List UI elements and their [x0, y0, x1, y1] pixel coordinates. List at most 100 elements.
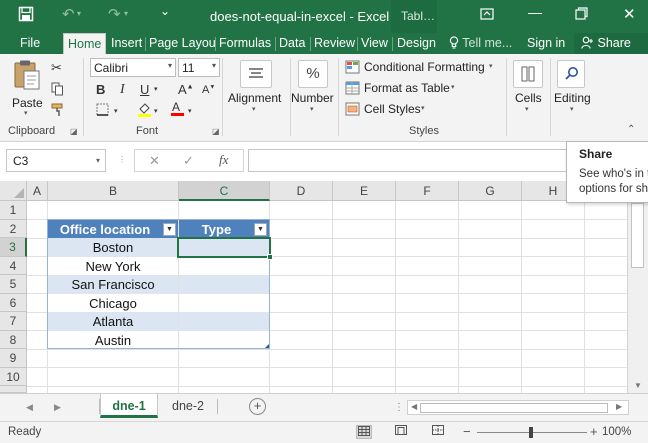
- alignment-button[interactable]: [240, 60, 272, 88]
- vertical-scroll-thumb[interactable]: [631, 203, 644, 268]
- table-cell-office[interactable]: Atlanta: [48, 312, 178, 331]
- table-cell-office[interactable]: Austin: [48, 331, 178, 350]
- redo-icon[interactable]: ↷: [108, 5, 121, 23]
- minimize-icon[interactable]: —: [528, 4, 542, 20]
- previous-sheet-icon[interactable]: ◀: [26, 402, 33, 413]
- font-color-icon[interactable]: A: [170, 100, 185, 120]
- zoom-level[interactable]: 100%: [602, 426, 631, 438]
- table-cell-type[interactable]: [179, 275, 269, 294]
- italic-button[interactable]: I: [120, 82, 125, 98]
- row-header-2[interactable]: 2: [0, 219, 27, 238]
- confirm-entry-icon[interactable]: ✓: [183, 153, 194, 169]
- conditional-formatting-button[interactable]: Conditional Formatting ▾: [345, 59, 497, 77]
- fill-color-icon[interactable]: [137, 101, 152, 120]
- row-header-6[interactable]: 6: [0, 293, 27, 312]
- customize-quick-access-icon[interactable]: ⌄: [160, 4, 170, 18]
- font-launcher-icon[interactable]: ◪: [212, 127, 220, 136]
- column-header-g[interactable]: G: [459, 181, 522, 201]
- scroll-left-icon[interactable]: ◀: [411, 402, 417, 411]
- cells-button[interactable]: [513, 60, 543, 88]
- undo-dropdown-icon[interactable]: ▾: [77, 9, 81, 18]
- row-header-4[interactable]: 4: [0, 256, 27, 275]
- zoom-out-button[interactable]: −: [463, 424, 471, 439]
- row-header-1[interactable]: 1: [0, 201, 27, 220]
- page-break-preview-icon[interactable]: [430, 425, 446, 439]
- scroll-right-icon[interactable]: ▶: [616, 402, 622, 411]
- redo-dropdown-icon[interactable]: ▾: [124, 9, 128, 18]
- table-cell-type[interactable]: [179, 257, 269, 276]
- row-header-9[interactable]: 9: [0, 349, 27, 368]
- close-icon[interactable]: ✕: [623, 5, 636, 23]
- undo-icon[interactable]: ↶: [62, 5, 75, 23]
- select-all-corner[interactable]: [0, 181, 27, 201]
- font-name-combo[interactable]: Calibri ▾: [90, 58, 176, 77]
- tell-me-search[interactable]: Tell me...: [449, 33, 512, 54]
- copy-icon[interactable]: [51, 82, 64, 99]
- restore-icon[interactable]: [575, 7, 588, 23]
- editing-button[interactable]: [557, 60, 585, 88]
- format-as-table-button[interactable]: Format as Table ▾: [345, 80, 460, 98]
- tab-formulas[interactable]: Formulas: [219, 33, 271, 54]
- row-header-11[interactable]: [0, 386, 27, 393]
- row-header-5[interactable]: 5: [0, 275, 27, 294]
- cancel-entry-icon[interactable]: ✕: [149, 153, 160, 169]
- column-header-b[interactable]: B: [48, 181, 179, 201]
- sign-in-link[interactable]: Sign in: [527, 33, 565, 54]
- column-header-d[interactable]: D: [270, 181, 333, 201]
- font-size-combo[interactable]: 11 ▾: [178, 58, 220, 77]
- tab-design[interactable]: Design: [397, 33, 436, 54]
- underline-dropdown-icon[interactable]: ▾: [154, 85, 158, 93]
- save-icon[interactable]: [18, 6, 34, 26]
- normal-view-icon[interactable]: [356, 425, 372, 439]
- underline-button[interactable]: U: [140, 82, 149, 97]
- column-header-e[interactable]: E: [333, 181, 396, 201]
- new-sheet-button[interactable]: +: [249, 398, 266, 415]
- cut-icon[interactable]: ✂: [51, 60, 62, 76]
- table-cell-office[interactable]: San Francisco: [48, 275, 178, 294]
- table-cell-office[interactable]: New York: [48, 257, 178, 276]
- horizontal-scroll-thumb[interactable]: [420, 403, 608, 413]
- paste-button[interactable]: Paste ▾: [8, 59, 48, 117]
- horizontal-scrollbar[interactable]: ◀ ▶: [407, 400, 629, 415]
- row-header-7[interactable]: 7: [0, 312, 27, 331]
- table-cell-type[interactable]: [179, 331, 269, 350]
- column-header-f[interactable]: F: [396, 181, 459, 201]
- tab-insert[interactable]: Insert: [111, 33, 142, 54]
- name-box[interactable]: C3 ▾: [6, 149, 106, 172]
- ribbon-display-options-icon[interactable]: [480, 7, 494, 24]
- insert-function-icon[interactable]: fx: [219, 152, 228, 168]
- tab-home[interactable]: Home: [63, 33, 107, 54]
- sheet-tab-dne-1[interactable]: dne-1: [100, 394, 158, 418]
- vertical-scrollbar[interactable]: ▲ ▼: [627, 181, 648, 393]
- filter-dropdown-icon[interactable]: ▼: [163, 222, 176, 236]
- number-button[interactable]: %: [298, 60, 328, 88]
- zoom-in-button[interactable]: +: [590, 424, 598, 439]
- tab-review[interactable]: Review: [314, 33, 355, 54]
- scroll-down-icon[interactable]: ▼: [634, 381, 642, 390]
- formula-bar-grip-icon[interactable]: ⋮: [118, 155, 126, 164]
- borders-icon[interactable]: [96, 103, 109, 119]
- increase-font-size-icon[interactable]: A▲: [178, 82, 194, 97]
- table-tools-context-tab[interactable]: Tabl…: [391, 0, 437, 33]
- clipboard-launcher-icon[interactable]: ◪: [70, 127, 78, 136]
- sheet-tab-dne-2[interactable]: dne-2: [160, 394, 216, 418]
- table-cell-office[interactable]: Boston: [48, 238, 178, 257]
- row-header-3[interactable]: 3: [0, 238, 27, 257]
- tab-view[interactable]: View: [361, 33, 388, 54]
- fill-handle[interactable]: [267, 254, 273, 260]
- table-cell-type[interactable]: [179, 312, 269, 331]
- filter-dropdown-icon[interactable]: ▼: [254, 222, 267, 236]
- tab-data[interactable]: Data: [279, 33, 305, 54]
- format-painter-icon[interactable]: [51, 103, 65, 120]
- active-cell-c3[interactable]: [177, 236, 273, 260]
- table-cell-office[interactable]: Chicago: [48, 294, 178, 313]
- next-sheet-icon[interactable]: ▶: [54, 402, 61, 413]
- tab-split-handle-icon[interactable]: ⋮: [394, 402, 404, 413]
- table-resize-handle[interactable]: [265, 344, 269, 348]
- column-header-c[interactable]: C: [179, 181, 270, 201]
- share-button[interactable]: Share: [574, 33, 648, 54]
- cell-styles-button[interactable]: Cell Styles ▾: [345, 101, 430, 119]
- bold-button[interactable]: B: [96, 82, 105, 97]
- zoom-slider-thumb[interactable]: [529, 427, 533, 438]
- column-header-a[interactable]: A: [27, 181, 48, 201]
